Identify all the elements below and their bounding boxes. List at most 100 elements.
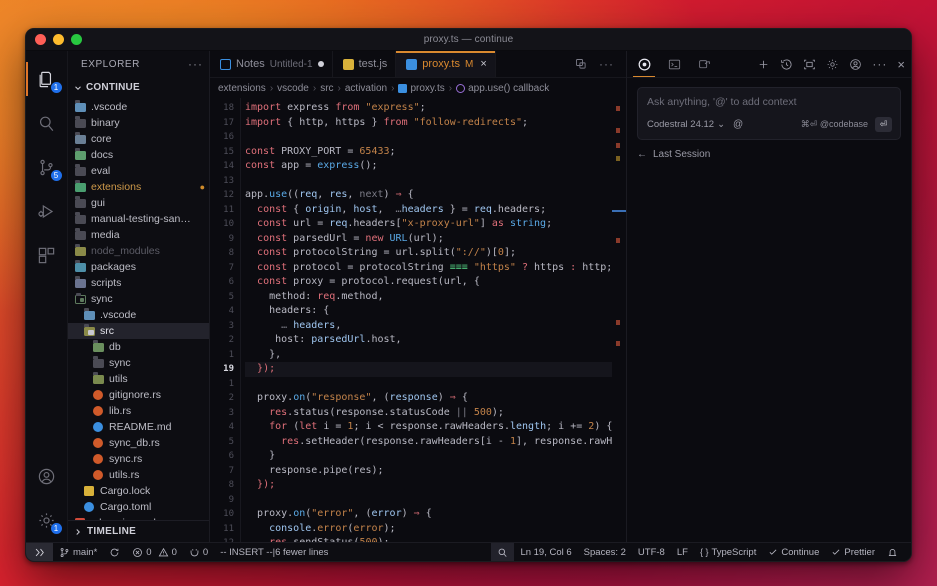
activity-item-manage[interactable]: 1 (26, 498, 68, 542)
status-warnings-count[interactable]: 0 (158, 543, 183, 562)
tree-item-packages[interactable]: packages (68, 259, 209, 275)
account-button[interactable] (849, 58, 862, 71)
sidebar-section-continue[interactable]: CONTINUE (68, 77, 209, 98)
overview-ruler[interactable] (612, 98, 626, 542)
editor-more-actions-icon[interactable]: ··· (599, 57, 614, 71)
status-branch-indicator[interactable]: main* (53, 543, 103, 562)
activity-item-search[interactable] (26, 101, 68, 145)
code-line[interactable]: }); (245, 362, 612, 377)
tree-item-node-modules[interactable]: node_modules (68, 243, 209, 259)
tree-item-binary[interactable]: binary (68, 115, 209, 131)
status-prettier[interactable]: Prettier (825, 543, 881, 562)
status-errors-count[interactable]: 0 (126, 543, 157, 562)
last-session-link[interactable]: ← Last Session (637, 149, 911, 160)
code-line[interactable]: method: req.method, (245, 290, 612, 305)
continue-more-button[interactable]: ··· (872, 57, 887, 71)
editor-tab-proxy-ts[interactable]: proxy.tsM× (396, 51, 495, 77)
explorer-more-actions-icon[interactable]: ··· (188, 57, 203, 71)
split-editor-icon[interactable] (575, 58, 587, 70)
code-line[interactable] (245, 174, 612, 189)
tree-item--vscode[interactable]: .vscode (68, 99, 209, 115)
status-eol[interactable]: LF (671, 543, 694, 562)
layout-button[interactable] (803, 58, 816, 71)
breadcrumb-item-proxy-ts[interactable]: proxy.ts (398, 83, 444, 94)
status-notifications[interactable] (881, 543, 904, 562)
code-line[interactable]: const parsedUrl = new URL(url); (245, 232, 612, 247)
status-sync-changes[interactable] (103, 543, 126, 562)
code-line[interactable]: const url = req.headers["x-proxy-url"] a… (245, 217, 612, 232)
code-line[interactable]: const { origin, host, …headers } = req.h… (245, 203, 612, 218)
status-search[interactable] (491, 543, 514, 562)
code-line[interactable]: const PROXY_PORT = 65433; (245, 145, 612, 160)
tree-item-src[interactable]: src (68, 323, 209, 339)
unsaved-dot-icon[interactable] (318, 61, 324, 67)
code-line[interactable]: }, (245, 348, 612, 363)
code-line[interactable]: const protocolString = url.split("://")[… (245, 246, 612, 261)
tree-item-db[interactable]: db (68, 339, 209, 355)
breadcrumb-item-extensions[interactable]: extensions (218, 83, 266, 94)
sidebar-section-timeline[interactable]: TIMELINE (68, 520, 209, 542)
tree-item-utils-rs[interactable]: utils.rs (68, 467, 209, 483)
tree-item-scripts[interactable]: scripts (68, 275, 209, 291)
tree-item-cargo-lock[interactable]: Cargo.lock (68, 483, 209, 499)
activity-item-explorer[interactable]: 1 (26, 57, 68, 101)
activity-item-run-and-debug[interactable] (26, 189, 68, 233)
code-line[interactable]: } (245, 449, 612, 464)
breadcrumb-item-app-use-callback[interactable]: app.use() callback (456, 83, 549, 94)
tree-item-gui[interactable]: gui (68, 195, 209, 211)
code-line[interactable]: response.pipe(res); (245, 464, 612, 479)
tree-item-lib-rs[interactable]: lib.rs (68, 403, 209, 419)
settings-button[interactable] (826, 58, 839, 71)
code-line[interactable]: app.use((req, res, next) ⇒ { (245, 188, 612, 203)
breadcrumb-item-vscode[interactable]: vscode (277, 83, 309, 94)
activity-item-accounts[interactable] (26, 454, 68, 498)
breadcrumb-item-activation[interactable]: activation (345, 83, 387, 94)
status-indentation[interactable]: Spaces: 2 (578, 543, 632, 562)
tree-item-extensions[interactable]: extensions● (68, 179, 209, 195)
chat-input-placeholder[interactable]: Ask anything, '@' to add context (647, 96, 892, 108)
tree-item--vscode[interactable]: .vscode (68, 307, 209, 323)
close-tab-icon[interactable]: × (480, 58, 486, 70)
tree-item-sync[interactable]: sync (68, 355, 209, 371)
code-line[interactable]: … headers, (245, 319, 612, 334)
chat-composer[interactable]: Ask anything, '@' to add context Codestr… (637, 87, 901, 140)
status-ports-count[interactable]: 0 (183, 543, 214, 562)
code-line[interactable]: }); (245, 478, 612, 493)
code-line[interactable]: const protocol = protocolString ≡≡≡ "htt… (245, 261, 612, 276)
new-session-button[interactable] (757, 58, 770, 71)
tree-item-gitignore-rs[interactable]: gitignore.rs (68, 387, 209, 403)
tree-item-sync[interactable]: sync (68, 291, 209, 307)
status-encoding[interactable]: UTF-8 (632, 543, 671, 562)
add-context-button[interactable]: @ (733, 119, 743, 130)
code-line[interactable] (245, 130, 612, 145)
activity-item-extensions[interactable] (26, 233, 68, 277)
code-line[interactable]: import { http, https } from "follow-redi… (245, 116, 612, 131)
tree-item-sync-rs[interactable]: sync.rs (68, 451, 209, 467)
breadcrumb-item-src[interactable]: src (320, 83, 333, 94)
tree-item-utils[interactable]: utils (68, 371, 209, 387)
code-line[interactable] (245, 493, 612, 508)
code-line[interactable]: res.status(response.statusCode || 500); (245, 406, 612, 421)
code-line[interactable]: host: parsedUrl.host, (245, 333, 612, 348)
send-message-button[interactable]: ⏎ (875, 117, 892, 132)
code-line[interactable]: res.setHeader(response.rawHeaders[i - 1]… (245, 435, 612, 450)
tree-item-cargo-toml[interactable]: Cargo.toml (68, 499, 209, 515)
model-selector[interactable]: Codestral 24.12 ⌄ (647, 119, 725, 130)
tree-item-docs[interactable]: docs (68, 147, 209, 163)
code-editor[interactable]: 1817161514131211109876543211912345678910… (210, 98, 626, 542)
code-line[interactable]: for (let i = 1; i < response.rawHeaders.… (245, 420, 612, 435)
close-panel-button[interactable]: × (897, 57, 905, 72)
code-line[interactable]: res.sendStatus(500); (245, 536, 612, 542)
activity-item-source-control[interactable]: 5 (26, 145, 68, 189)
code-line[interactable] (245, 377, 612, 392)
code-line[interactable]: proxy.on("error", (error) ⇒ { (245, 507, 612, 522)
code-line[interactable]: const app = express(); (245, 159, 612, 174)
code-content[interactable]: import express from "express";import { h… (240, 98, 612, 542)
tree-item-manual-testing-san-[interactable]: manual-testing-san… (68, 211, 209, 227)
status-continue[interactable]: Continue (762, 543, 825, 562)
code-line[interactable]: console.error(error); (245, 522, 612, 537)
code-line[interactable]: proxy.on("response", (response) ⇒ { (245, 391, 612, 406)
tree-item-sync-db-rs[interactable]: sync_db.rs (68, 435, 209, 451)
editor-tab-test-js[interactable]: test.js (333, 51, 397, 77)
tree-item-readme-md[interactable]: README.md (68, 419, 209, 435)
